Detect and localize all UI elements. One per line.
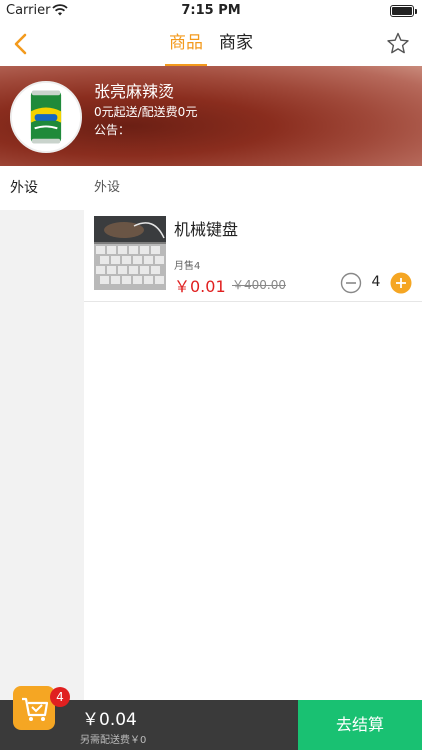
- tab-merchant[interactable]: 商家: [217, 22, 255, 66]
- product-price: ￥0.01: [174, 277, 226, 296]
- keyboard-photo: [94, 216, 166, 290]
- shop-header: 张亮麻辣烫 0元起送/配送费0元 公告：: [0, 66, 422, 166]
- category-item-peripherals[interactable]: 外设: [0, 166, 84, 210]
- favorite-star-icon[interactable]: [384, 30, 412, 58]
- category-sidebar: 外设: [0, 166, 84, 700]
- shop-delivery-info: 0元起送/配送费0元: [94, 105, 198, 119]
- cart-total: ￥0.04: [82, 710, 137, 730]
- decrease-quantity-icon[interactable]: [340, 272, 362, 294]
- cart-bar: 4 ￥0.04 另需配送费￥0 去结算: [0, 686, 422, 750]
- increase-quantity-icon[interactable]: [390, 272, 412, 294]
- navigation-bar: 商品 商家: [0, 22, 422, 66]
- shop-name: 张亮麻辣烫: [94, 82, 175, 101]
- soda-can-image: [12, 83, 80, 151]
- shop-notice: 公告：: [94, 123, 131, 137]
- product-image: [94, 216, 166, 290]
- section-title: 外设: [94, 180, 121, 195]
- shop-logo: [10, 81, 82, 153]
- product-original-price: ￥400.00: [232, 278, 286, 292]
- product-name: 机械键盘: [174, 220, 239, 239]
- product-list: 外设 机械键盘 月售4 ￥0.01 ￥400.00 4: [84, 166, 422, 700]
- quantity-value: 4: [371, 274, 381, 290]
- cart-count-badge: 4: [50, 687, 70, 707]
- checkout-button[interactable]: 去结算: [298, 700, 422, 750]
- tab-bar: 商品 商家: [0, 22, 422, 66]
- tab-goods[interactable]: 商品: [165, 22, 207, 66]
- cart-button[interactable]: [13, 686, 55, 730]
- product-monthly-sales: 月售4: [174, 261, 201, 272]
- product-item[interactable]: 机械键盘 月售4 ￥0.01 ￥400.00 4: [84, 210, 422, 302]
- clock: 7:15 PM: [181, 3, 241, 18]
- status-bar: Carrier 7:15 PM: [0, 0, 422, 22]
- battery-icon: [390, 5, 417, 17]
- cart-delivery-note: 另需配送费￥0: [80, 735, 147, 746]
- shopping-cart-icon: [22, 697, 49, 721]
